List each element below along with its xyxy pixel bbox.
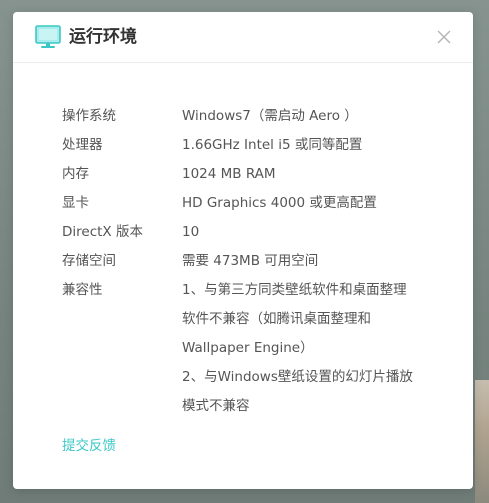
spec-value-line: 软件不兼容（如腾讯桌面整理和 [182,311,371,327]
close-icon[interactable] [435,28,453,46]
backdrop-figure [475,380,489,503]
spec-label: 操作系统 [62,108,116,124]
spec-row-gpu: 显卡 HD Graphics 4000 或更高配置 [62,189,442,218]
spec-row-compatibility: 兼容性 1、与第三方同类壁纸软件和桌面整理 软件不兼容（如腾讯桌面整理和 Wal… [62,276,442,421]
spec-value: 10 [182,218,442,247]
spec-value: 需要 473MB 可用空间 [182,247,442,276]
spec-label: 兼容性 [62,282,103,298]
spec-row-memory: 内存 1024 MB RAM [62,160,442,189]
spec-label: DirectX 版本 [62,224,143,240]
spec-row-os: 操作系统 Windows7（需启动 Aero ） [62,102,442,131]
spec-value-line: Wallpaper Engine） [182,340,314,356]
spec-row-directx: DirectX 版本 10 [62,218,442,247]
spec-label: 显卡 [62,195,89,211]
spec-label: 存储空间 [62,253,116,269]
dialog-title: 运行环境 [69,27,137,47]
spec-value-line: 1、与第三方同类壁纸软件和桌面整理 [182,282,407,298]
spec-label: 内存 [62,166,89,182]
spec-value-line: 2、与Windows壁纸设置的幻灯片播放 [182,369,413,385]
spec-value: 1024 MB RAM [182,160,442,189]
spec-table: 操作系统 Windows7（需启动 Aero ） 处理器 1.66GHz Int… [62,102,442,421]
spec-value-line: 模式不兼容 [182,398,250,414]
spec-value-line: 需要 473MB 可用空间 [182,253,319,269]
spec-value: 1、与第三方同类壁纸软件和桌面整理 软件不兼容（如腾讯桌面整理和 Wallpap… [182,276,442,421]
spec-value: HD Graphics 4000 或更高配置 [182,189,442,218]
spec-row-cpu: 处理器 1.66GHz Intel i5 或同等配置 [62,131,442,160]
runtime-environment-dialog: 运行环境 操作系统 Windows7（需启动 Aero ） 处理器 1.66GH… [13,12,473,489]
spec-value: 1.66GHz Intel i5 或同等配置 [182,131,442,160]
spec-label: 处理器 [62,137,103,153]
spec-value: Windows7（需启动 Aero ） [182,102,442,131]
spec-value-line: Windows7（需启动 Aero ） [182,108,358,124]
monitor-icon [35,25,61,48]
spec-value-line: HD Graphics 4000 或更高配置 [182,195,377,211]
spec-value-line: 10 [182,224,200,240]
submit-feedback-link[interactable]: 提交反馈 [62,434,116,458]
spec-value-line: 1.66GHz Intel i5 或同等配置 [182,137,363,153]
dialog-header: 运行环境 [13,12,473,63]
spec-row-storage: 存储空间 需要 473MB 可用空间 [62,247,442,276]
spec-value-line: 1024 MB RAM [182,166,276,182]
